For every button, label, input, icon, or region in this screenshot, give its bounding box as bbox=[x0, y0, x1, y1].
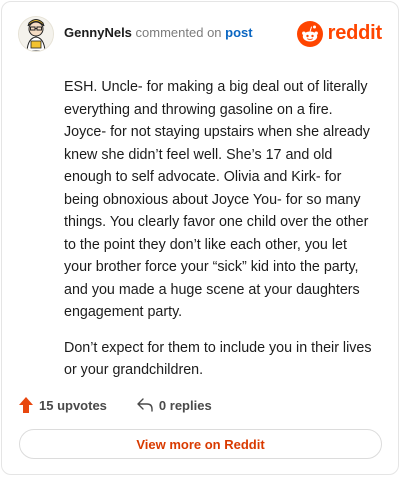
upvote-count: 15 upvotes bbox=[39, 397, 107, 413]
reply-button[interactable]: 0 replies bbox=[137, 398, 212, 413]
upvote-arrow-icon bbox=[19, 397, 33, 413]
view-more-button[interactable]: View more on Reddit bbox=[19, 429, 382, 459]
comment-paragraph: Don’t expect for them to include you in … bbox=[64, 339, 372, 379]
avatar-illustration-icon bbox=[19, 17, 53, 51]
comment-body: ESH. Uncle- for making a big deal out of… bbox=[64, 76, 376, 395]
embedded-comment-card: GennyNels commented on post reddit ESH. … bbox=[1, 1, 399, 475]
upvote-button[interactable]: 15 upvotes bbox=[19, 397, 107, 413]
author-username[interactable]: GennyNels bbox=[64, 25, 132, 40]
post-link[interactable]: post bbox=[225, 25, 252, 40]
reddit-wordmark: reddit bbox=[327, 21, 383, 44]
comment-meta: GennyNels commented on post bbox=[64, 25, 253, 41]
user-avatar[interactable] bbox=[18, 16, 54, 52]
comment-header: GennyNels commented on post reddit bbox=[18, 16, 382, 52]
reddit-logo[interactable]: reddit bbox=[296, 21, 383, 47]
reddit-snoo-icon bbox=[296, 21, 323, 47]
comment-actions: 15 upvotes 0 replies bbox=[19, 394, 212, 416]
action-text: commented on bbox=[135, 25, 222, 40]
comment-paragraph: ESH. Uncle- for making a big deal out of… bbox=[64, 79, 370, 320]
reply-arrow-icon bbox=[137, 398, 153, 412]
reply-count: 0 replies bbox=[158, 397, 212, 413]
